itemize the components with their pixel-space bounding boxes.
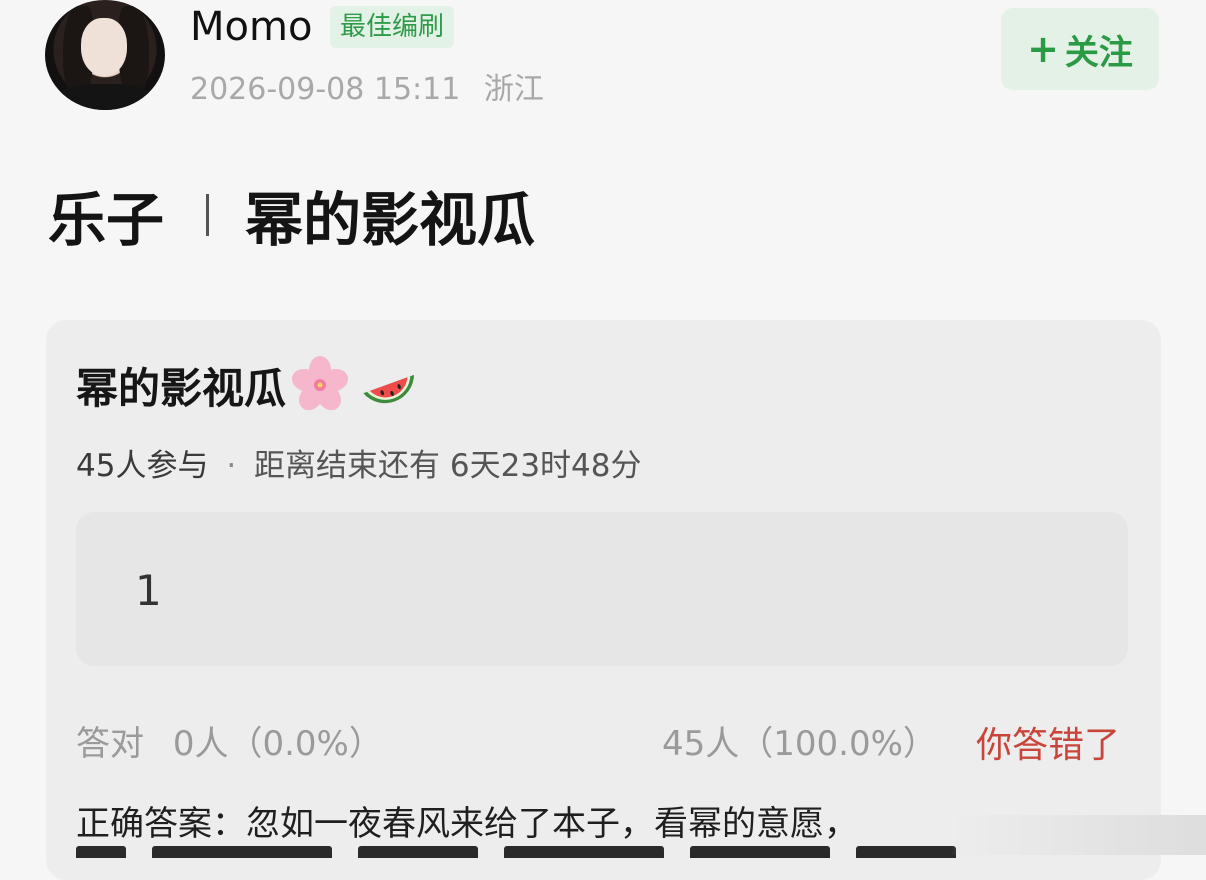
- follow-label: 关注: [1064, 32, 1133, 73]
- watermelon-icon: [358, 354, 420, 416]
- quiz-title: 幂的影视瓜: [76, 354, 420, 416]
- correct-count: 0人（0.0%）: [172, 724, 383, 764]
- avatar-face: [81, 18, 127, 76]
- quiz-option[interactable]: [76, 512, 1128, 666]
- watermark-overlay: [950, 815, 1206, 855]
- correct-stat: 答对 0人（0.0%）: [76, 716, 383, 765]
- correct-label: 答对: [76, 724, 144, 764]
- separator-dot: ·: [226, 448, 237, 484]
- username[interactable]: Momo: [190, 4, 312, 50]
- follow-button[interactable]: + 关注: [1001, 8, 1159, 90]
- participant-count: 45人参与: [76, 448, 209, 484]
- headline-left: 乐子: [48, 186, 165, 254]
- cherry-blossom-icon: [290, 355, 350, 415]
- post-datetime: 2026-09-08 15:11: [190, 72, 461, 107]
- post-meta: 2026-09-08 15:11 浙江: [190, 64, 544, 108]
- result-text: 你答错了: [976, 725, 1121, 766]
- time-remaining: 距离结束还有 6天23时48分: [254, 448, 642, 484]
- post-location: 浙江: [483, 72, 544, 107]
- headline-right: 幂的影视瓜: [245, 186, 536, 254]
- quiz-subtitle: 45人参与 · 距离结束还有 6天23时48分: [76, 440, 642, 485]
- user-badge: 最佳编刷: [330, 6, 455, 48]
- headline-divider: [206, 194, 210, 236]
- plus-icon: +: [1027, 27, 1059, 71]
- quiz-option-text: 1: [135, 566, 162, 615]
- other-stat: 45人（100.0%）: [662, 724, 937, 764]
- post-headline: 乐子 幂的影视瓜: [48, 180, 535, 254]
- quiz-title-text: 幂的影视瓜: [76, 363, 287, 413]
- avatar-shirt: [55, 84, 155, 110]
- avatar[interactable]: [45, 0, 165, 110]
